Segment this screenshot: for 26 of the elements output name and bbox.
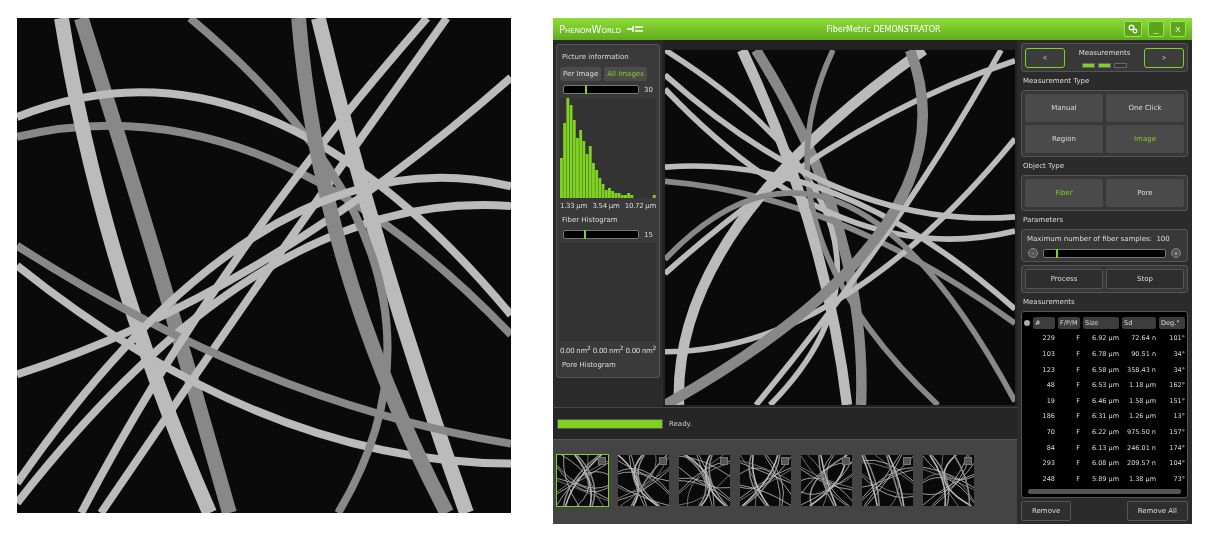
slider-track[interactable] [563, 230, 640, 239]
plug-icon [627, 26, 644, 32]
image-thumbnail[interactable] [739, 454, 792, 507]
slider-track[interactable] [563, 85, 640, 94]
image-thumbnail[interactable] [861, 454, 914, 507]
slider-track[interactable] [1043, 248, 1166, 258]
window-title: FiberMetric DEMONSTRATOR [825, 24, 942, 34]
logo: PhenomWorld [559, 23, 622, 35]
fiber-drawing [740, 455, 791, 506]
image-thumbnail[interactable] [617, 454, 670, 507]
fiber-drawing [801, 455, 852, 506]
fiber-drawing [618, 455, 669, 506]
settings-button[interactable] [1124, 21, 1142, 37]
fiber-drawing [862, 455, 913, 506]
dot-icon [1024, 319, 1030, 326]
fiber-drawing [679, 455, 730, 506]
image-thumbnail[interactable] [678, 454, 731, 507]
fiber-drawing [557, 455, 608, 506]
scrollbar[interactable] [1028, 488, 1181, 494]
fiber-drawing [923, 455, 974, 506]
slider-thumb[interactable] [1056, 248, 1059, 258]
slider-thumb[interactable] [584, 85, 587, 94]
gears-icon [1128, 24, 1138, 34]
image-thumbnail[interactable] [800, 454, 853, 507]
image-thumbnail[interactable] [556, 454, 609, 507]
image-thumbnail[interactable] [922, 454, 975, 507]
